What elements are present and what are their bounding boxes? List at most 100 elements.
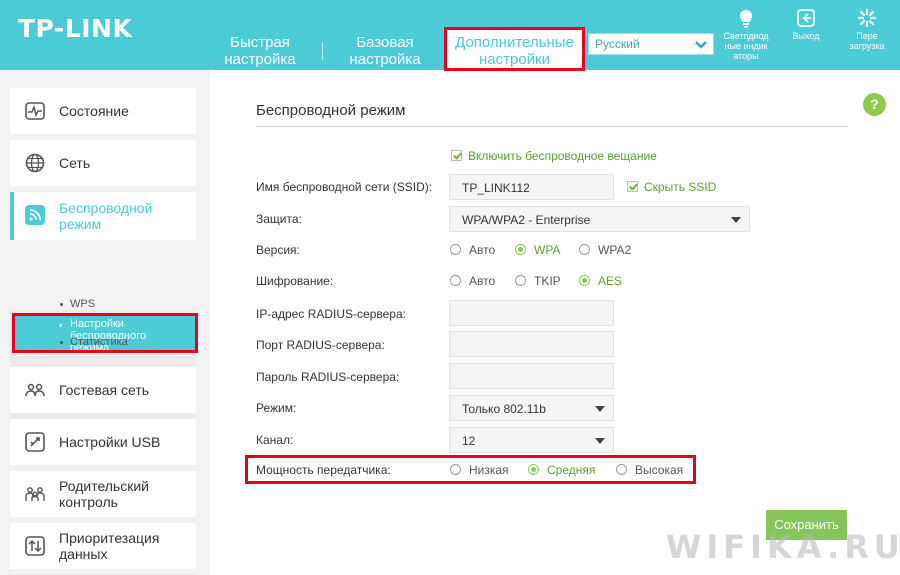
hide-ssid-checkbox[interactable]: Скрыть SSID bbox=[627, 180, 716, 194]
mode-label: Режим: bbox=[256, 401, 297, 415]
radio-label: Низкая bbox=[469, 463, 509, 477]
guests-icon bbox=[25, 383, 45, 397]
version-radio-wpa2[interactable]: WPA2 bbox=[579, 243, 631, 257]
globe-icon bbox=[25, 153, 45, 173]
encryption-radio-auto[interactable]: Авто bbox=[450, 274, 495, 288]
mode-select[interactable]: Только 802.11b bbox=[449, 395, 614, 421]
bulb-icon bbox=[740, 10, 752, 28]
version-radio-auto[interactable]: Авто bbox=[450, 243, 495, 257]
power-radio-low[interactable]: Низкая bbox=[450, 463, 509, 477]
radio-selected-icon bbox=[528, 464, 539, 475]
checkbox-checked-icon bbox=[627, 181, 638, 192]
channel-select[interactable]: 12 bbox=[449, 427, 614, 453]
version-label: Версия: bbox=[256, 243, 300, 257]
wifi-icon bbox=[25, 205, 45, 225]
power-radio-high[interactable]: Высокая bbox=[616, 463, 683, 477]
reboot-icon bbox=[857, 8, 877, 28]
radio-label: AES bbox=[598, 274, 623, 288]
sidebar-item-wireless[interactable]: Беспроводной режим bbox=[10, 192, 196, 240]
page-title: Беспроводной режим bbox=[256, 102, 406, 119]
tab-basic-setup[interactable]: Базовая настройка bbox=[340, 34, 430, 68]
sidebar-item-parental-control[interactable]: Родительский контроль bbox=[10, 471, 196, 517]
dropdown-arrow-icon bbox=[731, 217, 741, 223]
chevron-down-icon bbox=[695, 41, 707, 49]
sidebar: Состояние Сеть Беспроводной режим Настро… bbox=[0, 70, 210, 575]
sidebar-item-qos[interactable]: Приоритезация данных bbox=[10, 523, 196, 569]
tab-advanced-setup-label: Дополнительные настройки bbox=[455, 34, 574, 68]
radio-selected-icon bbox=[579, 275, 590, 286]
top-header: TP-LINK Быстрая настройка Базовая настро… bbox=[0, 0, 900, 71]
language-value: Русский bbox=[595, 37, 640, 51]
bullet-dot bbox=[60, 303, 63, 306]
radio-icon bbox=[515, 275, 526, 286]
priority-arrows-icon bbox=[25, 536, 45, 556]
radio-selected-icon bbox=[515, 244, 526, 255]
ssid-input[interactable]: TP_LINK112 bbox=[449, 174, 614, 200]
radio-label: WPA2 bbox=[598, 243, 632, 257]
radius-password-label: Пароль RADIUS-сервера: bbox=[256, 370, 400, 384]
sidebar-item-label: Беспроводной режим bbox=[59, 200, 153, 232]
radio-label: Авто bbox=[469, 274, 496, 288]
submenu-item-wps[interactable]: WPS bbox=[14, 298, 194, 312]
dropdown-arrow-icon bbox=[595, 438, 605, 444]
sidebar-item-network[interactable]: Сеть bbox=[10, 140, 196, 186]
logout-button[interactable]: Выход bbox=[786, 8, 826, 41]
tp-link-logo: TP-LINK bbox=[18, 14, 133, 43]
radio-icon bbox=[579, 244, 590, 255]
radius-port-input[interactable] bbox=[449, 331, 614, 357]
security-select[interactable]: WPA/WPA2 - Enterprise bbox=[449, 206, 750, 232]
radio-label: TKIP bbox=[534, 274, 561, 288]
encryption-radio-tkip[interactable]: TKIP bbox=[515, 274, 561, 288]
logout-label: Выход bbox=[792, 31, 820, 41]
radius-port-label: Порт RADIUS-сервера: bbox=[256, 338, 385, 352]
reboot-button[interactable]: Пере загрузка bbox=[843, 8, 891, 51]
radius-ip-label: IP-адрес RADIUS-сервера: bbox=[256, 307, 406, 321]
leds-button[interactable]: Светодиод ные индик аторы bbox=[716, 8, 776, 61]
encryption-radio-aes[interactable]: AES bbox=[579, 274, 622, 288]
submenu-item-statistics[interactable]: Статистика bbox=[14, 336, 194, 350]
security-value: WPA/WPA2 - Enterprise bbox=[462, 213, 591, 227]
mode-value: Только 802.11b bbox=[462, 402, 546, 416]
transmit-power-label: Мощность передатчика: bbox=[256, 463, 391, 477]
language-select[interactable]: Русский bbox=[588, 33, 714, 55]
sidebar-item-label: Родительский контроль bbox=[59, 478, 149, 510]
bullet-dot bbox=[60, 341, 63, 344]
radio-icon bbox=[450, 244, 461, 255]
radio-icon bbox=[450, 275, 461, 286]
hide-ssid-label: Скрыть SSID bbox=[644, 180, 717, 194]
radio-label: Авто bbox=[469, 243, 496, 257]
sidebar-item-label: Гостевая сеть bbox=[59, 382, 150, 398]
sidebar-item-guest-network[interactable]: Гостевая сеть bbox=[10, 367, 196, 413]
radius-password-input[interactable] bbox=[449, 363, 614, 389]
reboot-label: Пере загрузка bbox=[849, 31, 885, 51]
enable-broadcast-checkbox[interactable]: Включить беспроводное вещание bbox=[451, 149, 657, 163]
radio-icon bbox=[450, 464, 461, 475]
channel-value: 12 bbox=[462, 434, 476, 448]
pulse-monitor-icon bbox=[25, 102, 45, 120]
watermark-text: WIFIKA.RU bbox=[666, 528, 900, 566]
sidebar-item-label: Настройки USB bbox=[59, 434, 161, 450]
checkbox-checked-icon bbox=[451, 150, 462, 161]
tab-quick-setup[interactable]: Быстрая настройка bbox=[215, 34, 305, 68]
family-icon bbox=[25, 487, 45, 501]
radio-label: Высокая bbox=[635, 463, 684, 477]
radio-label: Средняя bbox=[547, 463, 596, 477]
submenu-item-label: Статистика bbox=[70, 336, 128, 348]
tab-advanced-setup[interactable]: Дополнительные настройки bbox=[444, 27, 585, 71]
sidebar-item-status[interactable]: Состояние bbox=[10, 88, 196, 134]
ssid-value: TP_LINK112 bbox=[462, 181, 530, 195]
sidebar-item-label: Состояние bbox=[59, 103, 129, 119]
logout-icon bbox=[797, 9, 815, 27]
title-divider bbox=[256, 126, 848, 127]
submenu-item-label: WPS bbox=[70, 298, 96, 310]
sidebar-item-label: Приоритезация данных bbox=[59, 530, 160, 562]
version-radio-wpa[interactable]: WPA bbox=[515, 243, 560, 257]
radio-label: WPA bbox=[534, 243, 561, 257]
radius-ip-input[interactable] bbox=[449, 300, 614, 326]
sidebar-item-usb[interactable]: Настройки USB bbox=[10, 419, 196, 465]
help-icon[interactable]: ? bbox=[863, 93, 886, 116]
power-radio-medium[interactable]: Средняя bbox=[528, 463, 595, 477]
usb-icon bbox=[25, 432, 45, 452]
nav-separator bbox=[322, 42, 323, 60]
bullet-dot bbox=[59, 324, 62, 327]
